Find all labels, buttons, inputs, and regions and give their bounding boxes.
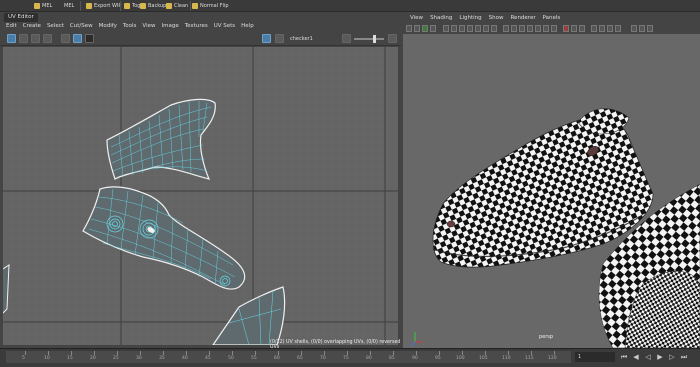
menu-tools[interactable]: Tools	[123, 22, 137, 31]
color-manage-icon[interactable]	[647, 25, 653, 32]
exposure-slider-handle[interactable]	[373, 35, 376, 43]
uv-shell-icon[interactable]	[43, 34, 52, 43]
menu-create[interactable]: Create	[23, 22, 41, 31]
script-icon	[34, 2, 40, 9]
checker-toggle-icon[interactable]	[262, 34, 271, 43]
shelf-button-mel[interactable]: MEL	[64, 0, 74, 11]
shelf-button-tog[interactable]: Tog	[124, 0, 140, 11]
xray-icon[interactable]	[571, 25, 577, 32]
textured-icon[interactable]	[535, 25, 541, 32]
depth-of-field-icon[interactable]	[615, 25, 621, 32]
texture-options-icon[interactable]	[275, 34, 284, 43]
bookmark-icon[interactable]	[422, 25, 428, 32]
play-forward-icon[interactable]: ▶	[656, 353, 664, 361]
menu-panels[interactable]: Panels	[543, 14, 561, 23]
gamma-persp-icon[interactable]	[639, 25, 645, 32]
time-slider[interactable]: 5 10 15 20 25 30 35 40 45 50 55 60 65 70…	[0, 348, 700, 367]
camera-icon[interactable]	[406, 25, 412, 32]
perspective-panel: View Shading Lighting Show Renderer Pane…	[403, 12, 700, 348]
snake-nostril	[446, 220, 456, 228]
shelf-button-normal-flip[interactable]: Normal Flip	[192, 0, 229, 11]
image-dim-icon[interactable]	[85, 34, 94, 43]
step-back-icon[interactable]: ◀	[632, 353, 640, 361]
exposure-slider[interactable]	[354, 38, 384, 40]
perspective-viewport[interactable]	[403, 34, 700, 348]
step-forward-icon[interactable]: ▷	[668, 353, 676, 361]
menu-view[interactable]: View	[142, 22, 155, 31]
wireframe-icon[interactable]	[503, 25, 509, 32]
gamma-icon[interactable]	[388, 34, 397, 43]
go-end-icon[interactable]: ⏭	[680, 353, 688, 361]
menu-renderer[interactable]: Renderer	[510, 14, 535, 23]
clean-icon	[166, 2, 172, 9]
frame-all-icon[interactable]	[19, 34, 28, 43]
ambient-occlusion-icon[interactable]	[591, 25, 597, 32]
wireframe-on-shaded-icon[interactable]	[527, 25, 533, 32]
safe-action-icon[interactable]	[483, 25, 489, 32]
menu-help[interactable]: Help	[241, 22, 254, 31]
menu-cut-sew[interactable]: Cut/Sew	[70, 22, 93, 31]
shelf-button-backup[interactable]: Backup	[140, 0, 166, 11]
smooth-shade-icon[interactable]	[511, 25, 517, 32]
export-icon	[86, 2, 92, 9]
xray-joints-icon[interactable]	[579, 25, 585, 32]
menu-textures[interactable]: Textures	[185, 22, 208, 31]
uv-viewport[interactable]	[3, 47, 398, 345]
frame-selected-icon[interactable]	[31, 34, 40, 43]
uv-canvas	[3, 47, 398, 345]
backup-icon	[140, 2, 146, 9]
menu-modify[interactable]: Modify	[99, 22, 117, 31]
shelf-button-clean[interactable]: Clean	[166, 0, 188, 11]
persp-canvas	[403, 34, 700, 348]
timeline-ruler[interactable]: 5 10 15 20 25 30 35 40 45 50 55 60 65 70…	[6, 351, 571, 363]
uv-editor-toolbar: checker1	[0, 31, 401, 46]
menu-edit[interactable]: Edit	[6, 22, 17, 31]
grid-icon[interactable]	[443, 25, 449, 32]
grid-toggle-icon[interactable]	[7, 34, 16, 43]
toggle-icon	[124, 2, 130, 9]
texture-select-field[interactable]: checker1	[290, 35, 338, 43]
resolution-gate-icon[interactable]	[459, 25, 465, 32]
menu-persp-view[interactable]: View	[410, 14, 423, 23]
menu-image[interactable]: Image	[161, 22, 178, 31]
exposure-icon[interactable]	[342, 34, 351, 43]
flat-shade-icon[interactable]	[519, 25, 525, 32]
normal-flip-icon	[192, 2, 198, 9]
camera-attr-icon[interactable]	[414, 25, 420, 32]
go-start-icon[interactable]: ⏮	[620, 353, 628, 361]
menu-show[interactable]: Show	[489, 14, 504, 23]
menu-uv-sets[interactable]: UV Sets	[214, 22, 235, 31]
shelf-button-export-wip[interactable]: Export WIP	[86, 0, 121, 11]
current-frame-field[interactable]: 1	[575, 352, 615, 362]
uv-editor-tab[interactable]: UV Editor	[4, 13, 38, 22]
motion-blur-icon[interactable]	[599, 25, 605, 32]
image-plane-icon[interactable]	[430, 25, 436, 32]
shelf-button-script[interactable]: MEL	[34, 0, 52, 11]
lights-icon[interactable]	[543, 25, 549, 32]
shelf-bar: MEL MEL Export WIP Tog Backup Clean Norm…	[0, 0, 700, 12]
exposure-persp-icon[interactable]	[631, 25, 637, 32]
film-gate-icon[interactable]	[451, 25, 457, 32]
shadows-icon[interactable]	[551, 25, 557, 32]
texture-display-icon[interactable]	[73, 34, 82, 43]
menu-select[interactable]: Select	[47, 22, 64, 31]
camera-name-label: persp	[539, 334, 554, 340]
uv-editor-menubar: Edit Create Select Cut/Sew Modify Tools …	[0, 22, 401, 31]
uv-editor-panel: UV Editor Edit Create Select Cut/Sew Mod…	[0, 12, 401, 350]
shaded-uv-icon[interactable]	[61, 34, 70, 43]
isolate-select-icon[interactable]	[563, 25, 569, 32]
perspective-menubar: View Shading Lighting Show Renderer Pane…	[403, 14, 700, 23]
perspective-toolbar	[403, 24, 700, 34]
gate-mask-icon[interactable]	[467, 25, 473, 32]
play-back-icon[interactable]: ◁	[644, 353, 652, 361]
menu-shading[interactable]: Shading	[430, 14, 452, 23]
anti-alias-icon[interactable]	[607, 25, 613, 32]
safe-title-icon[interactable]	[491, 25, 497, 32]
menu-lighting[interactable]: Lighting	[459, 14, 481, 23]
field-chart-icon[interactable]	[475, 25, 481, 32]
